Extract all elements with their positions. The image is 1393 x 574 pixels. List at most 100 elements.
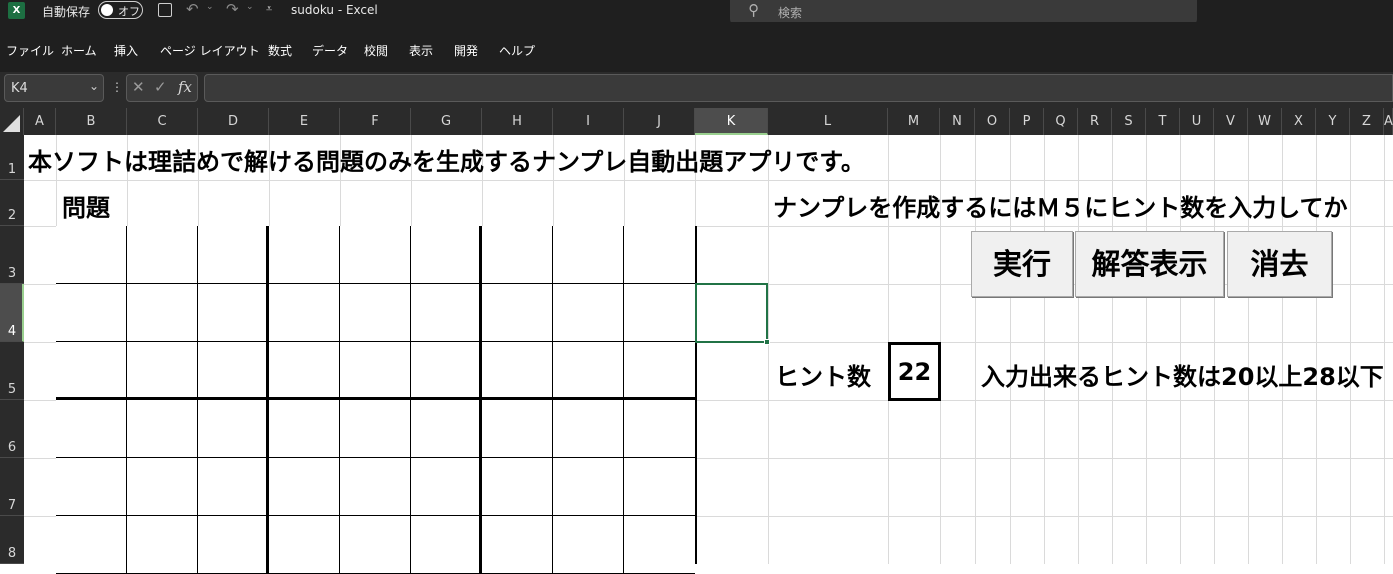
sudoku-cell[interactable] (269, 516, 340, 574)
confirm-icon[interactable]: ✓ (154, 78, 167, 96)
sudoku-cell[interactable] (340, 516, 411, 574)
menu-page-layout[interactable]: ページ レイアウト (160, 42, 260, 59)
sudoku-cell[interactable] (269, 226, 340, 284)
sudoku-cell[interactable] (553, 284, 624, 342)
sudoku-cell[interactable] (127, 516, 198, 574)
sudoku-cell[interactable] (269, 342, 340, 400)
menu-home[interactable]: ホーム (61, 42, 97, 59)
column-header-w[interactable]: W (1248, 108, 1282, 135)
formula-input[interactable] (204, 74, 1393, 102)
cancel-icon[interactable]: ✕ (132, 78, 145, 96)
row-header-4[interactable]: 4 (0, 284, 24, 342)
column-header-e[interactable]: E (269, 108, 340, 135)
sudoku-cell[interactable] (482, 516, 553, 574)
sudoku-cell[interactable] (482, 458, 553, 516)
column-header-p[interactable]: P (1010, 108, 1044, 135)
sudoku-cell[interactable] (56, 284, 127, 342)
column-header-c[interactable]: C (127, 108, 198, 135)
column-header-m[interactable]: M (888, 108, 940, 135)
name-box[interactable]: K4 ⌄ (4, 74, 104, 102)
customize-toolbar-icon[interactable]: ⩡ (266, 2, 272, 16)
more-options-icon[interactable]: ⋮ (111, 80, 123, 94)
sudoku-cell[interactable] (127, 284, 198, 342)
sudoku-cell[interactable] (340, 226, 411, 284)
sudoku-cell[interactable] (56, 516, 127, 574)
fill-handle[interactable] (764, 339, 770, 345)
column-header-r[interactable]: R (1078, 108, 1112, 135)
row-header-2[interactable]: 2 (0, 180, 24, 226)
clear-button[interactable]: 消去 (1227, 231, 1332, 297)
row-header-3[interactable]: 3 (0, 226, 24, 284)
sudoku-cell[interactable] (127, 342, 198, 400)
redo-dropdown-icon[interactable]: ⌄ (246, 2, 254, 12)
sudoku-cell[interactable] (198, 400, 269, 458)
menu-review[interactable]: 校閲 (364, 42, 388, 59)
column-header-u[interactable]: U (1180, 108, 1214, 135)
column-header-a[interactable]: A (1384, 108, 1393, 135)
row-header-8[interactable]: 8 (0, 516, 24, 564)
sudoku-cell[interactable] (269, 400, 340, 458)
sudoku-cell[interactable] (411, 516, 482, 574)
sudoku-cell[interactable] (553, 458, 624, 516)
column-header-a[interactable]: A (24, 108, 56, 135)
sudoku-cell[interactable] (198, 226, 269, 284)
sudoku-cell[interactable] (56, 458, 127, 516)
column-header-v[interactable]: V (1214, 108, 1248, 135)
sudoku-cell[interactable] (553, 342, 624, 400)
sudoku-cell[interactable] (411, 284, 482, 342)
menu-view[interactable]: 表示 (409, 42, 433, 59)
sudoku-cell[interactable] (624, 516, 695, 574)
sudoku-cell[interactable] (127, 226, 198, 284)
sudoku-cell[interactable] (482, 400, 553, 458)
sudoku-cell[interactable] (482, 342, 553, 400)
sudoku-cell[interactable] (553, 516, 624, 574)
column-header-y[interactable]: Y (1316, 108, 1350, 135)
sudoku-cell[interactable] (340, 284, 411, 342)
column-header-o[interactable]: O (975, 108, 1010, 135)
chevron-down-icon[interactable]: ⌄ (89, 79, 99, 93)
sudoku-cell[interactable] (624, 284, 695, 342)
menu-formulas[interactable]: 数式 (268, 42, 292, 59)
sudoku-cell[interactable] (411, 400, 482, 458)
column-header-h[interactable]: H (482, 108, 553, 135)
sudoku-cell[interactable] (56, 342, 127, 400)
column-header-s[interactable]: S (1112, 108, 1146, 135)
sudoku-cell[interactable] (56, 226, 127, 284)
menu-insert[interactable]: 挿入 (114, 42, 138, 59)
sudoku-cell[interactable] (624, 342, 695, 400)
sudoku-cell[interactable] (340, 400, 411, 458)
autosave-toggle[interactable]: オフ (98, 1, 143, 19)
sudoku-cell[interactable] (411, 458, 482, 516)
row-header-6[interactable]: 6 (0, 400, 24, 458)
save-icon[interactable] (158, 3, 172, 17)
menu-file[interactable]: ファイル (6, 42, 54, 59)
column-header-q[interactable]: Q (1044, 108, 1078, 135)
column-header-f[interactable]: F (340, 108, 411, 135)
run-button[interactable]: 実行 (971, 231, 1073, 297)
column-header-d[interactable]: D (198, 108, 269, 135)
undo-dropdown-icon[interactable]: ⌄ (206, 2, 214, 12)
sudoku-cell[interactable] (553, 400, 624, 458)
column-header-z[interactable]: Z (1350, 108, 1384, 135)
menu-developer[interactable]: 開発 (454, 42, 478, 59)
insert-function-icon[interactable]: fx (178, 78, 192, 96)
sudoku-cell[interactable] (340, 458, 411, 516)
show-answer-button[interactable]: 解答表示 (1075, 231, 1224, 297)
sudoku-cell[interactable] (411, 342, 482, 400)
column-header-t[interactable]: T (1146, 108, 1180, 135)
column-header-k[interactable]: K (695, 108, 768, 135)
sudoku-cell[interactable] (340, 342, 411, 400)
redo-icon[interactable]: ↷ (226, 0, 239, 18)
sudoku-cell[interactable] (269, 284, 340, 342)
row-header-5[interactable]: 5 (0, 342, 24, 400)
column-header-g[interactable]: G (411, 108, 482, 135)
column-header-l[interactable]: L (768, 108, 888, 135)
menu-help[interactable]: ヘルプ (499, 42, 535, 59)
sudoku-cell[interactable] (127, 458, 198, 516)
sudoku-cell[interactable] (198, 458, 269, 516)
menu-data[interactable]: データ (312, 42, 348, 59)
sudoku-cell[interactable] (269, 458, 340, 516)
column-header-i[interactable]: I (553, 108, 624, 135)
sudoku-cell[interactable] (198, 516, 269, 574)
column-header-x[interactable]: X (1282, 108, 1316, 135)
